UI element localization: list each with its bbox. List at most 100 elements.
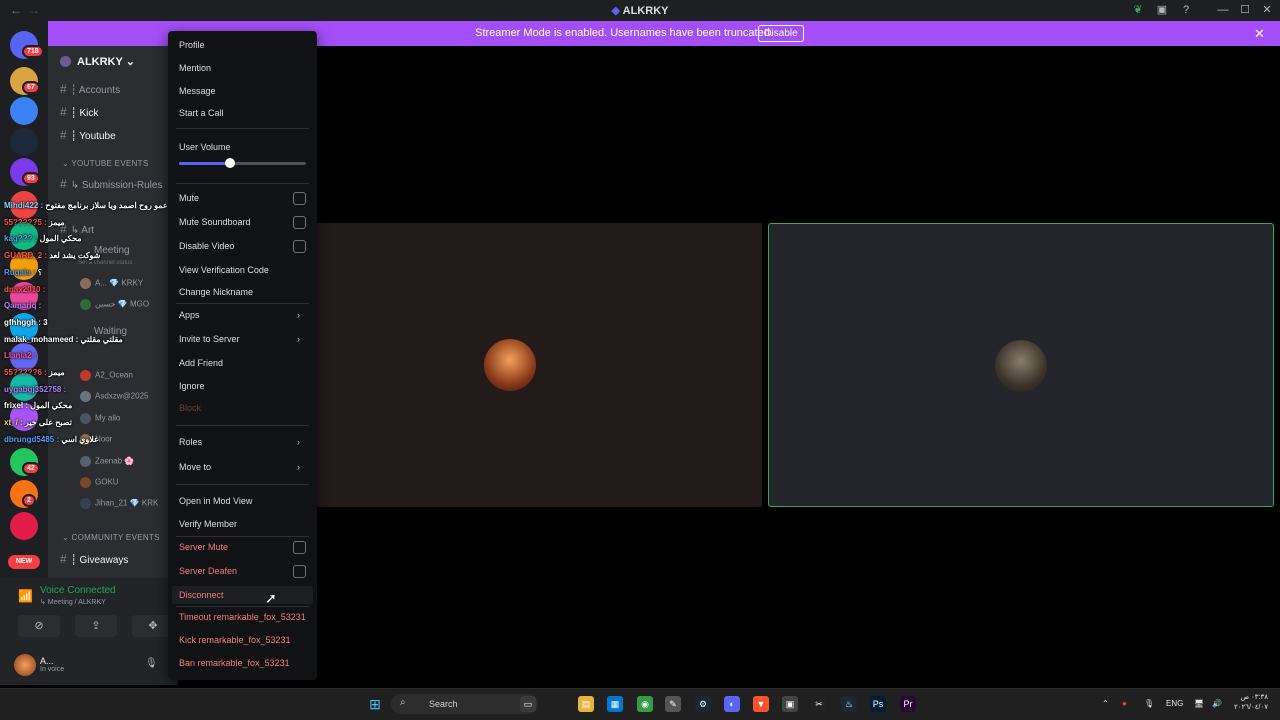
server-icon[interactable] [10,97,38,125]
app-icon[interactable]: ✎ [665,696,681,712]
server-name[interactable]: ALKRKY ⌄ [77,55,135,68]
menu-item-roles[interactable]: Roles [179,437,202,447]
voice-connected-status[interactable]: Voice Connected [40,585,116,596]
voice-user[interactable]: A... 💎 KRKY [80,278,143,289]
chrome-icon[interactable]: ◉ [637,696,653,712]
inbox-icon[interactable]: ▣ [1155,3,1169,17]
microphone-icon[interactable]: 🎙 [1144,699,1154,708]
chat-username: GUARD_2 : [4,251,50,261]
menu-item-server-deafen[interactable]: Server Deafen [179,566,237,576]
brave-icon[interactable]: ▼ [753,696,769,712]
video-tile-1[interactable] [316,223,762,507]
channel-submission-rules[interactable]: # ↳ Submission-Rules [60,177,162,191]
mute-soundboard-checkbox[interactable] [293,216,306,229]
menu-item-disconnect[interactable]: Disconnect [179,590,224,600]
language-indicator[interactable]: ENG [1166,699,1183,708]
channel-youtube[interactable]: # ┆ Youtube [60,128,116,142]
steam-icon[interactable]: ♨ [841,696,857,712]
clock[interactable]: ٠٣:٣٨ ص ٢٠٢٦/٠٤/٠٧ [1228,693,1268,713]
server-mute-checkbox[interactable] [293,541,306,554]
microphone-icon[interactable]: 🎙 [145,658,158,669]
menu-item-profile[interactable]: Profile [179,40,205,50]
avatar [80,456,91,467]
help-icon[interactable]: ? [1179,3,1193,17]
server-icon [60,56,71,67]
store-icon[interactable]: ▦ [607,696,623,712]
server-icon[interactable] [10,128,38,156]
maximize-icon[interactable]: ☐ [1238,3,1252,17]
discord-icon[interactable]: ◐ [724,696,740,712]
menu-item-mention[interactable]: Mention [179,63,211,73]
menu-item-verify-member[interactable]: Verify Member [179,519,237,529]
capcut-icon[interactable]: ✂ [811,696,827,712]
chat-overlay-line: Mihdi422 : عمو روح اصمد ويا سلاز برنامج … [4,201,168,210]
task-view-icon[interactable]: ▭ [520,696,536,712]
leaf-icon[interactable]: ❦ [1131,3,1145,17]
mute-checkbox[interactable] [293,192,306,205]
tray-app-icon[interactable]: ● [1122,699,1127,708]
chat-message: ؟ [37,267,43,277]
category-youtube-events[interactable]: ⌄ YOUTUBE EVENTS [62,159,149,168]
volume-icon[interactable]: 🔊 [1212,699,1222,708]
chevron-up-icon[interactable]: ⌃ [1102,699,1109,708]
menu-item-add-friend[interactable]: Add Friend [179,358,223,368]
voice-user[interactable]: GOKU [80,477,119,488]
voice-user[interactable]: My allo [80,413,120,424]
menu-item-message[interactable]: Message [179,86,216,96]
server-icon[interactable] [10,512,38,540]
volume-slider-handle[interactable] [224,158,235,168]
file-explorer-icon[interactable]: ▤ [578,696,594,712]
chat-message: ميمز [48,368,65,377]
voice-user[interactable]: Jihan_21 💎 KRK [80,498,158,509]
voice-user[interactable]: Zaenab 🌸 [80,456,134,467]
voice-user[interactable]: حسين 💎 MGO [80,299,149,310]
close-icon[interactable]: ✕ [1254,26,1265,42]
menu-item-view-verification-code[interactable]: View Verification Code [179,265,269,275]
disable-video-checkbox[interactable] [293,240,306,253]
menu-item-ban[interactable]: Ban remarkable_fox_53231 [179,658,290,668]
windows-start-icon[interactable]: ⊞ [367,696,383,712]
channel-status[interactable]: Set a channel status [78,260,132,266]
screen-share-button[interactable]: ⇪ [75,615,117,637]
menu-item-mute-soundboard[interactable]: Mute Soundboard [179,217,251,227]
chevron-right-icon: › [297,462,300,472]
voice-channel-path[interactable]: ↳ Meeting / ALKRKY [40,598,106,606]
category-community-events[interactable]: ⌄ COMMUNITY EVENTS [62,533,160,542]
menu-item-move-to[interactable]: Move to [179,462,211,472]
menu-item-invite-to-server[interactable]: Invite to Server [179,334,240,344]
channel-giveaways[interactable]: # ┆ Giveaways [60,552,128,566]
avatar[interactable] [14,654,36,676]
chat-overlay-line: xt_/ : تصبح على خير [4,418,72,427]
menu-item-start-call[interactable]: Start a Call [179,108,224,118]
time: ٠٣:٣٨ ص [1240,694,1268,701]
network-icon[interactable]: 🖥 [1194,699,1204,708]
menu-item-timeout[interactable]: Timeout remarkable_fox_53231 [179,612,306,622]
channel-accounts[interactable]: # ┆ Accounts [60,82,120,96]
menu-item-server-mute[interactable]: Server Mute [179,542,228,552]
menu-item-ignore[interactable]: Ignore [179,381,205,391]
chat-username: gfhhggh : [4,317,44,327]
app-icon[interactable]: ▣ [782,696,798,712]
video-tile-2-speaking[interactable] [768,223,1274,507]
camera-off-button[interactable]: ⊘ [18,615,60,637]
channel-kick[interactable]: # ┆ Kick [60,105,98,119]
menu-item-disable-video[interactable]: Disable Video [179,241,234,251]
taskbar-search[interactable]: Search [391,694,538,714]
avatar [80,477,91,488]
disable-streamer-mode-button[interactable]: Disable [758,25,804,42]
steam-icon[interactable]: ⚙ [695,696,711,712]
menu-item-block[interactable]: Block [179,403,201,413]
menu-item-open-mod-view[interactable]: Open in Mod View [179,496,252,506]
premiere-icon[interactable]: Pr [900,696,916,712]
close-window-icon[interactable]: ✕ [1260,3,1274,17]
voice-user[interactable]: A2_Ocean [80,370,133,381]
voice-user[interactable]: Asdxzw@2025 [80,391,148,402]
menu-item-change-nickname[interactable]: Change Nickname [179,287,253,297]
divider [176,536,309,537]
menu-item-kick[interactable]: Kick remarkable_fox_53231 [179,635,291,645]
minimize-icon[interactable]: — [1216,3,1230,17]
menu-item-mute[interactable]: Mute [179,193,199,203]
menu-item-apps[interactable]: Apps [179,310,200,320]
photoshop-icon[interactable]: Ps [870,696,886,712]
server-deafen-checkbox[interactable] [293,565,306,578]
